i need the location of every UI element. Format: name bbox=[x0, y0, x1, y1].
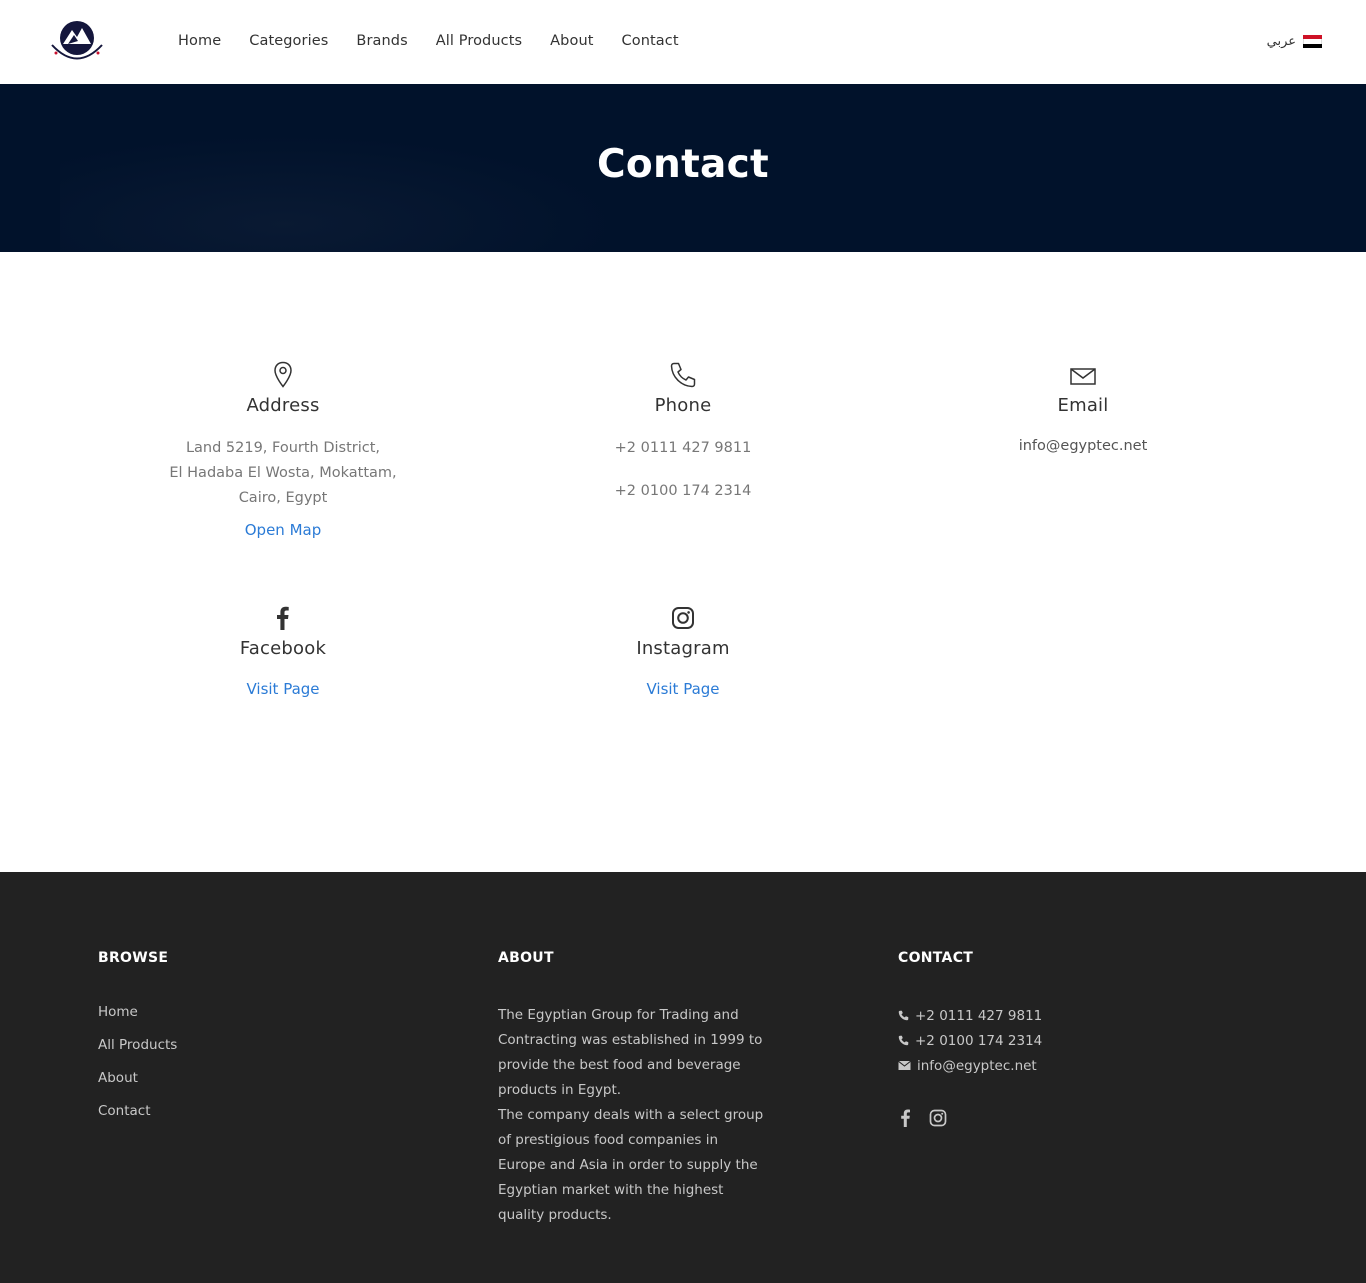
instagram-title: Instagram bbox=[636, 638, 730, 659]
egypt-flag-icon bbox=[1303, 35, 1322, 48]
footer-social bbox=[898, 1108, 1042, 1128]
footer-phone-1-row[interactable]: +2 0111 427 9811 bbox=[898, 1003, 1042, 1028]
address-title: Address bbox=[246, 395, 320, 416]
address-block: Address Land 5219, Fourth District, El H… bbox=[103, 361, 463, 539]
email-block: Email info@egyptec.net bbox=[903, 361, 1263, 459]
footer-about-heading: ABOUT bbox=[498, 950, 554, 966]
footer-link-home[interactable]: Home bbox=[98, 1004, 177, 1020]
nav-brands[interactable]: Brands bbox=[356, 33, 407, 49]
footer-link-contact[interactable]: Contact bbox=[98, 1103, 177, 1119]
envelope-icon bbox=[898, 1060, 911, 1070]
footer-phone-2-row[interactable]: +2 0100 174 2314 bbox=[898, 1028, 1042, 1053]
email-address[interactable]: info@egyptec.net bbox=[903, 434, 1263, 459]
facebook-visit-link[interactable]: Visit Page bbox=[246, 680, 319, 698]
nav-all-products[interactable]: All Products bbox=[436, 33, 522, 49]
instagram-visit-link[interactable]: Visit Page bbox=[646, 680, 719, 698]
instagram-block: Instagram Visit Page bbox=[503, 604, 863, 698]
phone-number-2[interactable]: +2 0100 174 2314 bbox=[503, 479, 863, 504]
footer-browse-heading: BROWSE bbox=[98, 950, 169, 966]
site-footer: BROWSE Home All Products About Contact A… bbox=[0, 872, 1366, 1283]
envelope-icon bbox=[1070, 368, 1096, 385]
map-pin-icon bbox=[274, 361, 292, 388]
footer-nav: Home All Products About Contact bbox=[98, 1004, 177, 1119]
open-map-link[interactable]: Open Map bbox=[245, 521, 322, 539]
phone-icon bbox=[670, 362, 696, 388]
address-line-1: Land 5219, Fourth District, bbox=[185, 440, 381, 456]
footer-email-row[interactable]: info@egyptec.net bbox=[898, 1053, 1042, 1078]
facebook-block: Facebook Visit Page bbox=[103, 604, 463, 698]
footer-email: info@egyptec.net bbox=[917, 1057, 1037, 1074]
phone-number-1[interactable]: +2 0111 427 9811 bbox=[503, 436, 863, 461]
footer-about: ABOUT The Egyptian Group for Trading and… bbox=[498, 950, 768, 1228]
footer-about-paragraph-2: The company deals with a select group of… bbox=[498, 1107, 764, 1223]
facebook-title: Facebook bbox=[239, 638, 327, 659]
language-switcher[interactable]: عربي bbox=[1267, 34, 1322, 49]
nav-about[interactable]: About bbox=[550, 33, 593, 49]
footer-about-text: The Egyptian Group for Trading and Contr… bbox=[498, 1003, 768, 1228]
footer-link-about[interactable]: About bbox=[98, 1070, 177, 1086]
page-title: Contact bbox=[596, 142, 769, 187]
footer-contact-list: +2 0111 427 9811 +2 0100 174 2314 info@e… bbox=[898, 1003, 1042, 1078]
footer-phone-1: +2 0111 427 9811 bbox=[915, 1007, 1043, 1024]
footer-link-all-products[interactable]: All Products bbox=[98, 1037, 177, 1053]
phone-block: Phone +2 0111 427 9811 +2 0100 174 2314 bbox=[503, 361, 863, 504]
language-label: عربي bbox=[1266, 34, 1296, 49]
main-nav: Home Categories Brands All Products Abou… bbox=[178, 33, 707, 49]
instagram-icon[interactable] bbox=[928, 1108, 948, 1128]
facebook-icon[interactable] bbox=[898, 1108, 912, 1128]
phone-title: Phone bbox=[654, 395, 712, 416]
footer-contact: CONTACT +2 0111 427 9811 +2 0100 174 231… bbox=[898, 950, 1042, 1128]
facebook-icon bbox=[277, 606, 289, 630]
page-hero: Contact bbox=[0, 84, 1366, 252]
footer-phone-2: +2 0100 174 2314 bbox=[915, 1032, 1043, 1049]
instagram-icon bbox=[672, 607, 694, 629]
address-line-3: Cairo, Egypt bbox=[238, 490, 328, 506]
footer-browse: BROWSE Home All Products About Contact bbox=[98, 950, 177, 1136]
site-header: Home Categories Brands All Products Abou… bbox=[0, 0, 1366, 84]
nav-contact[interactable]: Contact bbox=[622, 33, 679, 49]
nav-home[interactable]: Home bbox=[178, 33, 221, 49]
phone-icon bbox=[898, 1035, 909, 1046]
phone-icon bbox=[898, 1010, 909, 1021]
company-logo[interactable] bbox=[48, 14, 106, 68]
footer-about-paragraph-1: The Egyptian Group for Trading and Contr… bbox=[498, 1007, 763, 1098]
email-title: Email bbox=[1057, 395, 1109, 416]
address-line-2: El Hadaba El Wosta, Mokattam, bbox=[169, 465, 397, 481]
footer-contact-heading: CONTACT bbox=[898, 950, 974, 966]
nav-categories[interactable]: Categories bbox=[249, 33, 328, 49]
